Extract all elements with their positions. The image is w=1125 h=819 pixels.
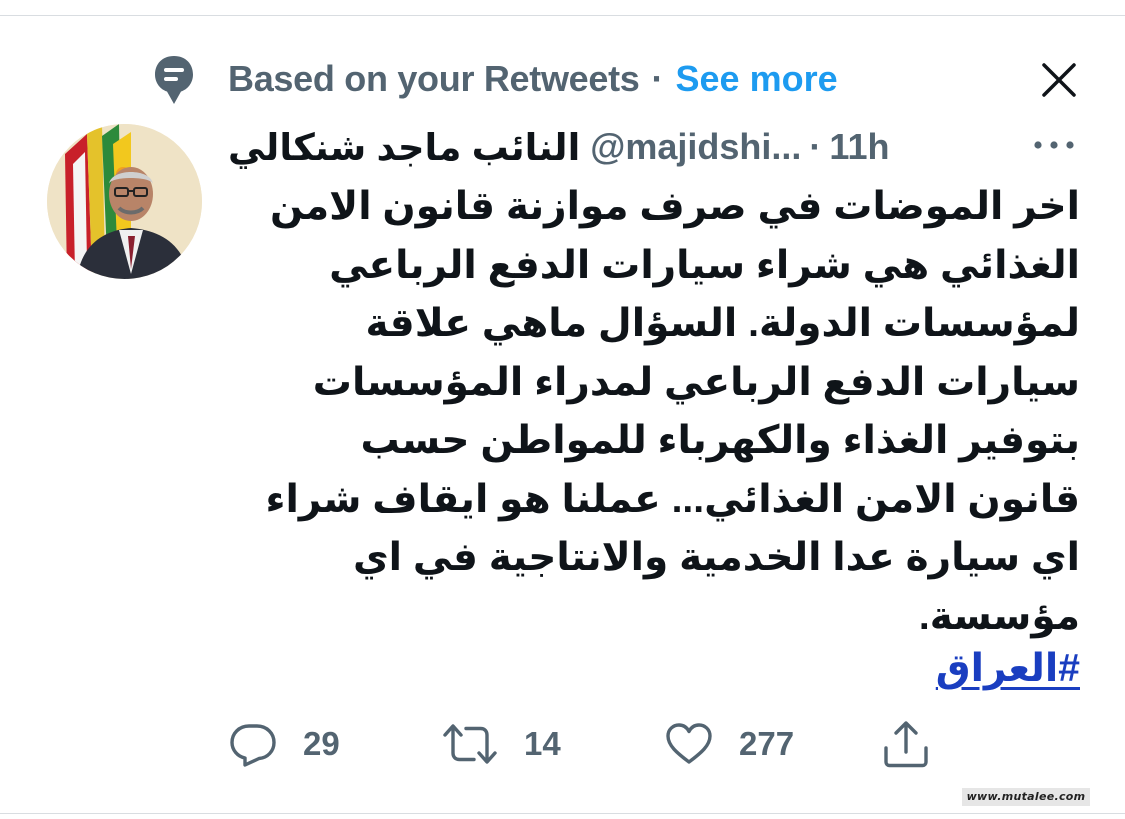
social-context-text: Based on your Retweets [228,58,640,99]
close-button[interactable] [1036,57,1082,103]
tweet-text-line: سيارات الدفع الرباعي لمدراء المؤسسات [312,360,1080,404]
share-icon [884,721,928,768]
tweet-header: النائب ماجد شنكالي @majidshi... · 11h [228,120,1078,174]
tweet-text-line: بتوفير الغذاء والكهرباء للمواطن حسب [360,419,1080,462]
top-divider [0,15,1125,16]
retweet-icon [443,724,497,764]
retweet-count: 14 [524,725,561,762]
tweet-text-line: قانون الامن الغذائي... عملنا هو ايقاف شر… [265,477,1080,521]
close-icon [1042,63,1076,97]
tweet-text-line: اي سيارة عدا الخدمية والانتاجية في اي [352,536,1080,579]
share-button[interactable] [880,718,932,770]
display-name[interactable]: النائب ماجد شنكالي [228,126,580,169]
reply-button[interactable]: 29 [229,718,340,770]
retweet-button[interactable]: 14 [442,718,561,770]
tweet-text-line: الغذائي هي شراء سيارات الدفع الرباعي [329,243,1080,287]
separator-dot: · [651,58,664,99]
reply-count: 29 [303,725,340,762]
tweet-text-line: اخر الموضات في صرف موازنة قانون الامن [269,185,1080,228]
tweet-text: اخر الموضات في صرف موازنة قانون الامن ال… [222,178,1080,646]
timestamp[interactable]: 11h [829,126,889,168]
like-count: 277 [739,725,795,762]
separator-dot: · [809,126,822,167]
see-more-link[interactable]: See more [676,58,838,100]
tweet-card: Based on your Retweets · See more النائب… [0,0,1125,819]
bottom-divider [0,813,1125,814]
avatar[interactable] [47,124,202,279]
tweet-text-line: مؤسسة. [918,594,1080,638]
user-handle[interactable]: @majidshi... [590,126,801,168]
social-context: Based on your Retweets · See more [228,54,838,104]
reply-icon [230,724,276,767]
heart-icon [666,723,712,764]
more-options-button[interactable] [1029,130,1079,160]
like-button[interactable]: 277 [665,718,794,770]
speech-bubble-lines-icon [153,54,195,106]
tweet-text-line: لمؤسسات الدولة. السؤال ماهي علاقة [365,302,1080,345]
hashtag-link[interactable]: #العراق [900,640,1080,698]
watermark: www.mutalee.com [962,788,1090,806]
ellipsis-icon [1034,141,1074,149]
